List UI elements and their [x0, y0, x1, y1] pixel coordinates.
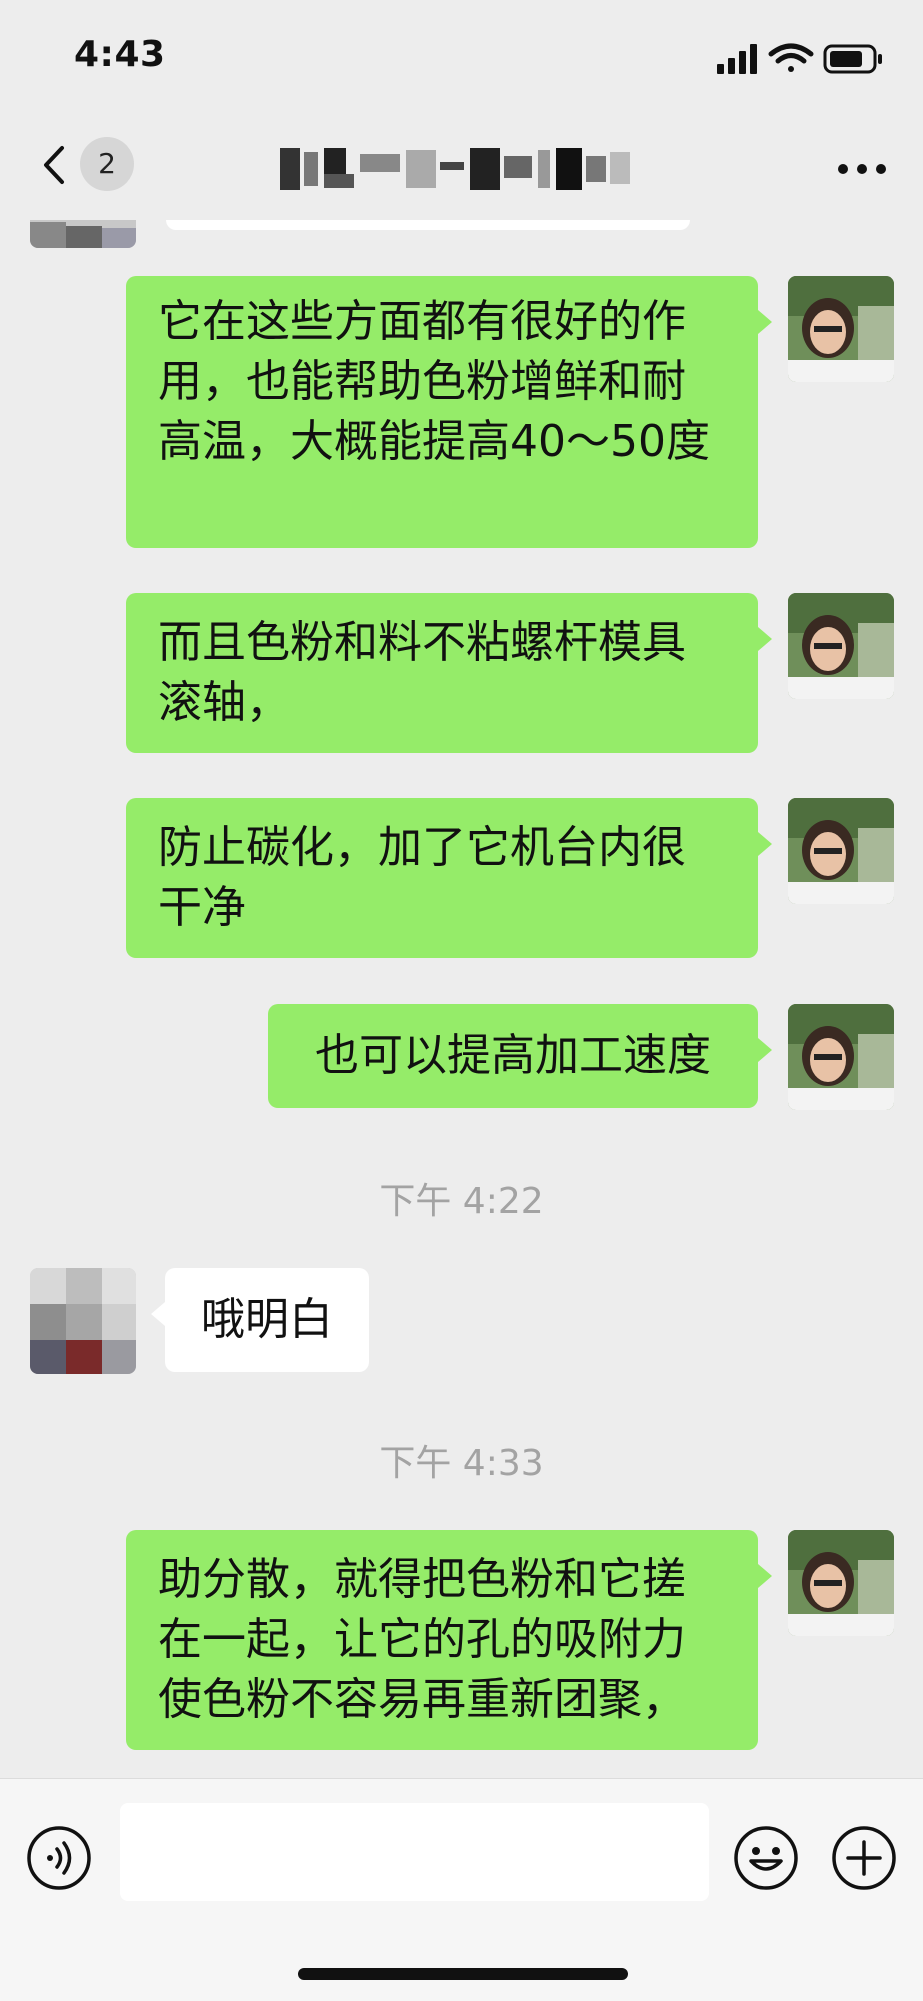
status-bar: 4:43	[0, 0, 923, 110]
message-bubble[interactable]: 而且色粉和料不粘螺杆模具滚轴，	[126, 593, 772, 753]
message-list[interactable]: 它在这些方面都有很好的作用，也能帮助色粉增鲜和耐高温，大概能提高40～50度 而…	[0, 220, 923, 1778]
previous-bubble	[166, 220, 690, 230]
message-text: 而且色粉和料不粘螺杆模具滚轴，	[158, 617, 686, 728]
message-bubble[interactable]: 也可以提高加工速度	[268, 1004, 772, 1108]
my-avatar[interactable]	[788, 1530, 894, 1636]
battery-icon	[823, 44, 882, 74]
contact-avatar	[30, 220, 136, 248]
voice-icon	[27, 1826, 91, 1890]
voice-button[interactable]	[26, 1825, 92, 1891]
wifi-icon	[768, 43, 814, 72]
system-icons	[717, 40, 887, 76]
more-actions-button[interactable]	[831, 1825, 897, 1891]
message-bubble[interactable]: 它在这些方面都有很好的作用，也能帮助色粉增鲜和耐高温，大概能提高40～50度	[126, 276, 772, 548]
message-outgoing[interactable]: 助分散，就得把色粉和它搓在一起，让它的孔的吸附力使色粉不容易再重新团聚，	[0, 1530, 923, 1750]
message-bubble[interactable]: 哦明白	[151, 1268, 369, 1372]
message-text: 也可以提高加工速度	[315, 1030, 711, 1081]
more-button[interactable]	[837, 160, 887, 174]
message-text: 助分散，就得把色粉和它搓在一起，让它的孔的吸附力使色粉不容易再重新团聚，	[158, 1554, 686, 1725]
message-text: 它在这些方面都有很好的作用，也能帮助色粉增鲜和耐高温，大概能提高40～50度	[158, 296, 710, 467]
timestamp: 下午 4:22	[379, 1181, 544, 1222]
my-avatar[interactable]	[788, 1004, 894, 1110]
contact-avatar[interactable]	[30, 1268, 136, 1374]
status-time: 4:43	[74, 34, 166, 75]
message-text: 防止碳化，加了它机台内很干净	[158, 822, 686, 933]
signal-icon	[717, 44, 757, 74]
chevron-left-icon	[44, 146, 64, 184]
message-outgoing[interactable]: 它在这些方面都有很好的作用，也能帮助色粉增鲜和耐高温，大概能提高40～50度	[0, 276, 923, 548]
my-avatar[interactable]	[788, 798, 894, 904]
chat-title-redacted	[280, 146, 660, 192]
unread-badge: 2	[80, 137, 134, 191]
home-indicator[interactable]	[298, 1968, 628, 1980]
plus-icon	[832, 1826, 896, 1890]
my-avatar[interactable]	[788, 593, 894, 699]
message-input[interactable]	[120, 1803, 709, 1901]
message-outgoing[interactable]: 防止碳化，加了它机台内很干净	[0, 798, 923, 958]
message-incoming[interactable]: 哦明白	[0, 1268, 923, 1378]
emoji-button[interactable]	[733, 1825, 799, 1891]
message-bubble[interactable]: 防止碳化，加了它机台内很干净	[126, 798, 772, 958]
more-dots-icon	[838, 164, 886, 174]
back-button[interactable]	[36, 140, 76, 190]
message-bubble[interactable]: 助分散，就得把色粉和它搓在一起，让它的孔的吸附力使色粉不容易再重新团聚，	[126, 1530, 772, 1750]
message-outgoing[interactable]: 而且色粉和料不粘螺杆模具滚轴，	[0, 593, 923, 753]
message-outgoing[interactable]: 也可以提高加工速度	[0, 1004, 923, 1110]
chat-header: 2	[0, 110, 923, 220]
timestamp: 下午 4:33	[379, 1443, 544, 1484]
smiley-icon	[734, 1826, 798, 1890]
message-text: 哦明白	[201, 1294, 333, 1345]
my-avatar[interactable]	[788, 276, 894, 382]
